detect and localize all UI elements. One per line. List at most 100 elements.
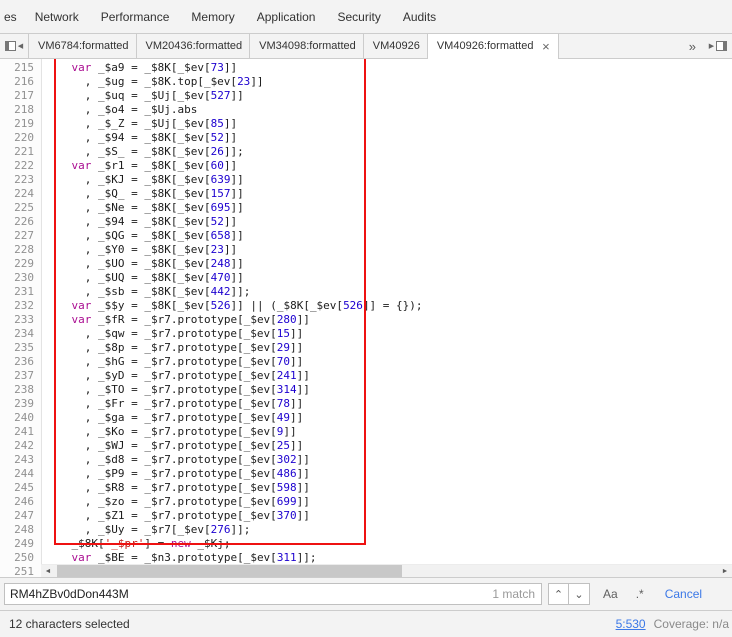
search-input[interactable] [4, 583, 542, 605]
source-editor[interactable]: 215 var _$a9 = _$8K[_$ev[73]] 216 , _$ug … [0, 59, 732, 577]
code-text[interactable]: , _$P9 = _$r7.prototype[_$ev[486]] [41, 467, 310, 481]
line-number[interactable]: 230 [0, 271, 41, 285]
file-tab[interactable]: VM20436:formatted [136, 34, 251, 58]
code-text[interactable]: , _$hG = _$r7.prototype[_$ev[70]] [41, 355, 304, 369]
line-number[interactable]: 251 [0, 565, 41, 577]
show-debugger-button[interactable]: ▶ [704, 34, 732, 58]
line-number[interactable]: 216 [0, 75, 41, 89]
code-text[interactable]: , _$TO = _$r7.prototype[_$ev[314]] [41, 383, 310, 397]
cancel-search-button[interactable]: Cancel [665, 587, 702, 601]
line-number[interactable]: 215 [0, 61, 41, 75]
line-number[interactable]: 235 [0, 341, 41, 355]
line-number[interactable]: 222 [0, 159, 41, 173]
code-text[interactable]: , _$8p = _$r7.prototype[_$ev[29]] [41, 341, 304, 355]
line-number[interactable]: 228 [0, 243, 41, 257]
file-tab[interactable]: VM6784:formatted [28, 34, 137, 58]
code-text[interactable]: , _$94 = _$8K[_$ev[52]] [41, 215, 237, 229]
file-tab[interactable]: VM40926:formatted × [427, 34, 560, 59]
line-number[interactable]: 248 [0, 523, 41, 537]
code-text[interactable]: , _$Uy = _$r7[_$ev[276]]; [41, 523, 251, 537]
regex-toggle[interactable]: .* [631, 587, 649, 601]
panel-tab-network[interactable]: Network [24, 0, 90, 33]
code-text[interactable]: var _$a9 = _$8K[_$ev[73]] [41, 61, 238, 75]
panel-tab-application[interactable]: Application [246, 0, 327, 33]
scrollbar-thumb[interactable] [57, 565, 402, 577]
code-text[interactable]: , _$o4 = _$Uj.abs [41, 103, 198, 117]
code-text[interactable]: _$8K['_$pr'] = new _$Kj; [41, 537, 230, 551]
line-number[interactable]: 223 [0, 173, 41, 187]
code-text[interactable]: , _$94 = _$8K[_$ev[52]] [41, 131, 237, 145]
panel-tab-security[interactable]: Security [326, 0, 391, 33]
line-number[interactable]: 238 [0, 383, 41, 397]
line-number[interactable]: 227 [0, 229, 41, 243]
code-text[interactable]: , _$Ne = _$8K[_$ev[695]] [41, 201, 244, 215]
match-case-toggle[interactable]: Aa [598, 587, 623, 601]
code-text[interactable]: , _$yD = _$r7.prototype[_$ev[241]] [41, 369, 310, 383]
code-text[interactable]: , _$sb = _$8K[_$ev[442]]; [41, 285, 251, 299]
panel-tab-memory[interactable]: Memory [180, 0, 245, 33]
close-tab-icon[interactable]: × [540, 40, 551, 53]
code-text[interactable]: , _$KJ = _$8K[_$ev[639]] [41, 173, 244, 187]
line-number[interactable]: 229 [0, 257, 41, 271]
code-text[interactable]: , _$Q_ = _$8K[_$ev[157]] [41, 187, 244, 201]
file-tab[interactable]: VM34098:formatted [250, 34, 364, 58]
line-number[interactable]: 246 [0, 495, 41, 509]
line-number[interactable]: 225 [0, 201, 41, 215]
line-number[interactable]: 240 [0, 411, 41, 425]
line-number[interactable]: 244 [0, 467, 41, 481]
code-text[interactable]: var _$fR = _$r7.prototype[_$ev[280]] [41, 313, 310, 327]
code-text[interactable]: var _$BE = _$n3.prototype[_$ev[311]]; [41, 551, 317, 565]
code-text[interactable]: var _$r1 = _$8K[_$ev[60]] [41, 159, 238, 173]
search-previous-button[interactable]: ⌃ [548, 583, 569, 605]
code-text[interactable]: , _$QG = _$8K[_$ev[658]] [41, 229, 244, 243]
line-number[interactable]: 220 [0, 131, 41, 145]
code-text[interactable]: , _$Fr = _$r7.prototype[_$ev[78]] [41, 397, 304, 411]
code-text[interactable]: var _$$y = _$8K[_$ev[526]] || (_$8K[_$ev… [41, 299, 423, 313]
line-number[interactable]: 249 [0, 537, 41, 551]
code-text[interactable]: , _$Z1 = _$r7.prototype[_$ev[370]] [41, 509, 310, 523]
file-tab[interactable]: VM40926 [363, 34, 428, 58]
line-number[interactable]: 217 [0, 89, 41, 103]
panel-tab-sources-partial[interactable]: es [0, 0, 24, 33]
line-number[interactable]: 231 [0, 285, 41, 299]
line-number[interactable]: 226 [0, 215, 41, 229]
code-text[interactable]: , _$S_ = _$8K[_$ev[26]]; [41, 145, 244, 159]
code-text[interactable]: , _$Y0 = _$8K[_$ev[23]] [41, 243, 237, 257]
line-number[interactable]: 232 [0, 299, 41, 313]
code-text[interactable]: , _$Ko = _$r7.prototype[_$ev[9]] [41, 425, 297, 439]
tab-overflow-button[interactable]: » [681, 34, 704, 58]
horizontal-scrollbar[interactable]: ◄ ► [41, 564, 732, 577]
line-number[interactable]: 250 [0, 551, 41, 565]
scroll-right-arrow-icon[interactable]: ► [718, 565, 732, 577]
code-text[interactable]: , _$ga = _$r7.prototype[_$ev[49]] [41, 411, 304, 425]
line-number[interactable]: 219 [0, 117, 41, 131]
line-number[interactable]: 239 [0, 397, 41, 411]
line-number[interactable]: 241 [0, 425, 41, 439]
show-navigator-button[interactable]: ◀ [0, 34, 28, 58]
scrollbar-track[interactable] [55, 565, 718, 577]
line-number[interactable]: 237 [0, 369, 41, 383]
line-number[interactable]: 224 [0, 187, 41, 201]
line-number[interactable]: 221 [0, 145, 41, 159]
code-text[interactable]: , _$ug = _$8K.top[_$ev[23]] [41, 75, 264, 89]
panel-tab-audits[interactable]: Audits [392, 0, 447, 33]
code-text[interactable]: , _$uq = _$Uj[_$ev[527]] [41, 89, 244, 103]
line-number[interactable]: 233 [0, 313, 41, 327]
line-number[interactable]: 218 [0, 103, 41, 117]
code-text[interactable]: , _$d8 = _$r7.prototype[_$ev[302]] [41, 453, 310, 467]
search-next-button[interactable]: ⌄ [569, 583, 590, 605]
line-number[interactable]: 236 [0, 355, 41, 369]
code-text[interactable]: , _$WJ = _$r7.prototype[_$ev[25]] [41, 439, 304, 453]
line-number[interactable]: 243 [0, 453, 41, 467]
code-text[interactable]: , _$UQ = _$8K[_$ev[470]] [41, 271, 244, 285]
scroll-left-arrow-icon[interactable]: ◄ [41, 565, 55, 577]
code-text[interactable]: , _$UO = _$8K[_$ev[248]] [41, 257, 244, 271]
cursor-position-link[interactable]: 5:530 [616, 617, 646, 631]
line-number[interactable]: 234 [0, 327, 41, 341]
line-number[interactable]: 242 [0, 439, 41, 453]
panel-tab-performance[interactable]: Performance [90, 0, 181, 33]
code-text[interactable]: , _$R8 = _$r7.prototype[_$ev[598]] [41, 481, 310, 495]
line-number[interactable]: 247 [0, 509, 41, 523]
code-text[interactable]: , _$qw = _$r7.prototype[_$ev[15]] [41, 327, 304, 341]
code-text[interactable]: , _$_Z = _$Uj[_$ev[85]] [41, 117, 237, 131]
